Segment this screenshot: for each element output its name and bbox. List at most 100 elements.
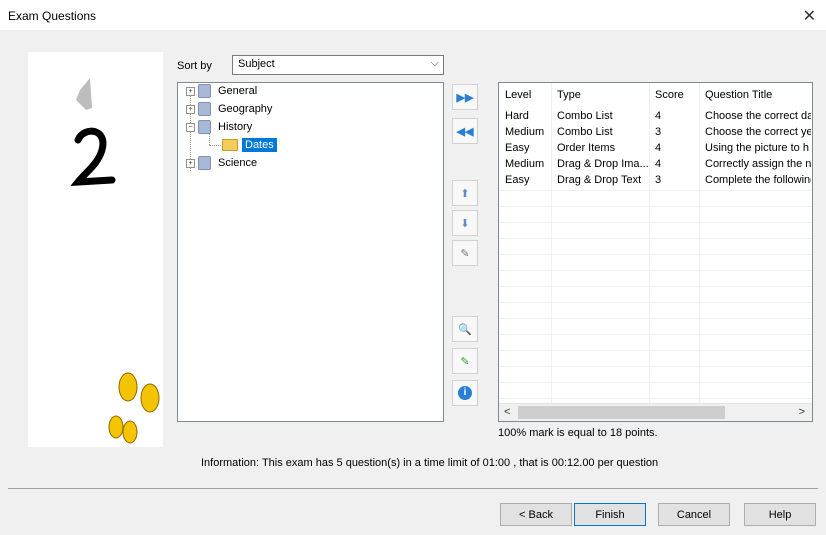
grid-row-line — [499, 254, 812, 255]
subject-tree[interactable]: + General + Geography − History Dates + … — [177, 82, 444, 422]
cell-level: Easy — [505, 142, 530, 154]
double-arrow-right-icon: ▶▶ — [456, 91, 474, 104]
preview-button[interactable]: 🔍 — [452, 316, 478, 342]
expand-icon[interactable]: + — [186, 104, 195, 114]
footer-divider — [8, 488, 818, 489]
tree-item-general[interactable]: + General — [186, 83, 260, 99]
cell-level: Medium — [505, 158, 545, 170]
grid-row-line — [499, 222, 812, 223]
window-title: Exam Questions — [8, 9, 97, 23]
magnifier-icon: 🔍 — [458, 323, 472, 336]
scroll-right-icon[interactable]: > — [799, 406, 805, 418]
table-row[interactable]: Medium Drag & Drop Ima... 4 Correctly as… — [499, 158, 811, 170]
book-icon — [198, 120, 211, 134]
scroll-left-icon[interactable]: < — [504, 406, 510, 418]
close-icon[interactable]: ✕ — [803, 6, 816, 26]
tree-item-label: Dates — [242, 138, 277, 152]
cell-type: Drag & Drop Ima... — [557, 158, 649, 170]
add-question-button[interactable]: ▶▶ — [452, 84, 478, 110]
table-row[interactable]: Medium Combo List 3 Choose the correct y… — [499, 126, 811, 138]
grid-header: Level Type Score Question Title — [499, 89, 811, 106]
column-header-question-title[interactable]: Question Title — [699, 89, 811, 106]
full-mark-text: 100% mark is equal to 18 points. — [498, 427, 658, 439]
tree-item-history[interactable]: − History — [186, 119, 255, 135]
back-button[interactable]: < Back — [500, 503, 572, 526]
cell-type: Combo List — [557, 126, 613, 138]
book-icon — [198, 84, 211, 98]
double-arrow-left-icon: ◀◀ — [456, 125, 474, 138]
cell-score: 4 — [655, 142, 662, 154]
tree-item-label: General — [218, 85, 258, 97]
book-icon — [198, 156, 211, 170]
step-one-numeral — [76, 78, 92, 110]
footsteps-icon — [108, 372, 160, 444]
arrow-down-icon: ⬇ — [460, 217, 470, 230]
cell-type: Order Items — [557, 142, 616, 154]
tree-item-label: Geography — [218, 103, 273, 115]
exam-info-text: Information: This exam has 5 question(s)… — [201, 457, 659, 469]
cell-question-title: Using the picture to h — [705, 142, 809, 154]
grid-row-line — [499, 302, 812, 303]
remove-question-button[interactable]: ◀◀ — [452, 118, 478, 144]
tree-item-science[interactable]: + Science — [186, 155, 260, 171]
column-header-type[interactable]: Type — [551, 89, 649, 106]
cancel-button[interactable]: Cancel — [658, 503, 730, 526]
wizard-step-panel — [28, 52, 163, 447]
horizontal-scrollbar[interactable]: < > — [499, 403, 812, 421]
expand-icon[interactable]: + — [186, 86, 195, 96]
sort-by-select[interactable]: Subject ⌵ — [232, 55, 444, 75]
grid-row-line — [499, 318, 812, 319]
table-row[interactable]: Hard Combo List 4 Choose the correct da — [499, 110, 811, 122]
cell-question-title: Complete the following — [705, 174, 811, 186]
cell-level: Hard — [505, 110, 529, 122]
cell-type: Drag & Drop Text — [557, 174, 642, 186]
grid-row-line — [499, 270, 812, 271]
cell-question-title: Correctly assign the n — [705, 158, 811, 170]
book-icon — [198, 102, 211, 116]
move-up-button[interactable]: ⬆ — [452, 180, 478, 206]
sort-by-value: Subject — [238, 58, 275, 70]
tree-item-dates[interactable]: Dates — [222, 137, 277, 153]
selected-questions-grid[interactable]: Level Type Score Question Title Hard Com… — [498, 82, 813, 422]
wizard-step-illustration — [70, 78, 160, 444]
grid-row-line — [499, 190, 812, 191]
step-two-numeral — [70, 127, 116, 186]
grid-row-line — [499, 206, 812, 207]
sort-by-label: Sort by — [177, 60, 212, 72]
edit-question-button[interactable]: ✎ — [452, 348, 478, 374]
title-bar: Exam Questions ✕ — [0, 0, 826, 30]
table-row[interactable]: Easy Order Items 4 Using the picture to … — [499, 142, 811, 154]
table-row[interactable]: Easy Drag & Drop Text 3 Complete the fol… — [499, 174, 811, 186]
edit-order-button[interactable]: ✎ — [452, 240, 478, 266]
cell-question-title: Choose the correct ye — [705, 126, 811, 138]
move-down-button[interactable]: ⬇ — [452, 210, 478, 236]
collapse-icon[interactable]: − — [186, 122, 195, 132]
grid-row-line — [499, 238, 812, 239]
help-button[interactable]: Help — [744, 503, 816, 526]
cell-score: 3 — [655, 126, 662, 138]
scrollbar-thumb[interactable] — [518, 406, 725, 419]
chevron-down-icon[interactable]: ⌵ — [431, 57, 439, 70]
tree-connector — [209, 145, 221, 146]
folder-icon — [222, 139, 238, 151]
arrow-up-icon: ⬆ — [460, 187, 470, 200]
finish-button[interactable]: Finish — [574, 503, 646, 526]
grid-row-line — [499, 398, 812, 399]
grid-row-line — [499, 350, 812, 351]
grid-row-line — [499, 382, 812, 383]
grid-row-line — [499, 366, 812, 367]
grid-row-line — [499, 286, 812, 287]
tree-item-geography[interactable]: + Geography — [186, 101, 275, 117]
edit-pad-icon: ✎ — [460, 247, 470, 260]
cell-question-title: Choose the correct da — [705, 110, 811, 122]
tree-item-label: Science — [218, 157, 258, 169]
column-header-level[interactable]: Level — [499, 89, 551, 106]
cell-score: 4 — [655, 158, 662, 170]
grid-row-line — [499, 334, 812, 335]
cell-score: 3 — [655, 174, 662, 186]
info-button[interactable]: i — [452, 380, 478, 406]
cell-level: Easy — [505, 174, 530, 186]
expand-icon[interactable]: + — [186, 158, 195, 168]
column-header-score[interactable]: Score — [649, 89, 699, 106]
cell-type: Combo List — [557, 110, 613, 122]
